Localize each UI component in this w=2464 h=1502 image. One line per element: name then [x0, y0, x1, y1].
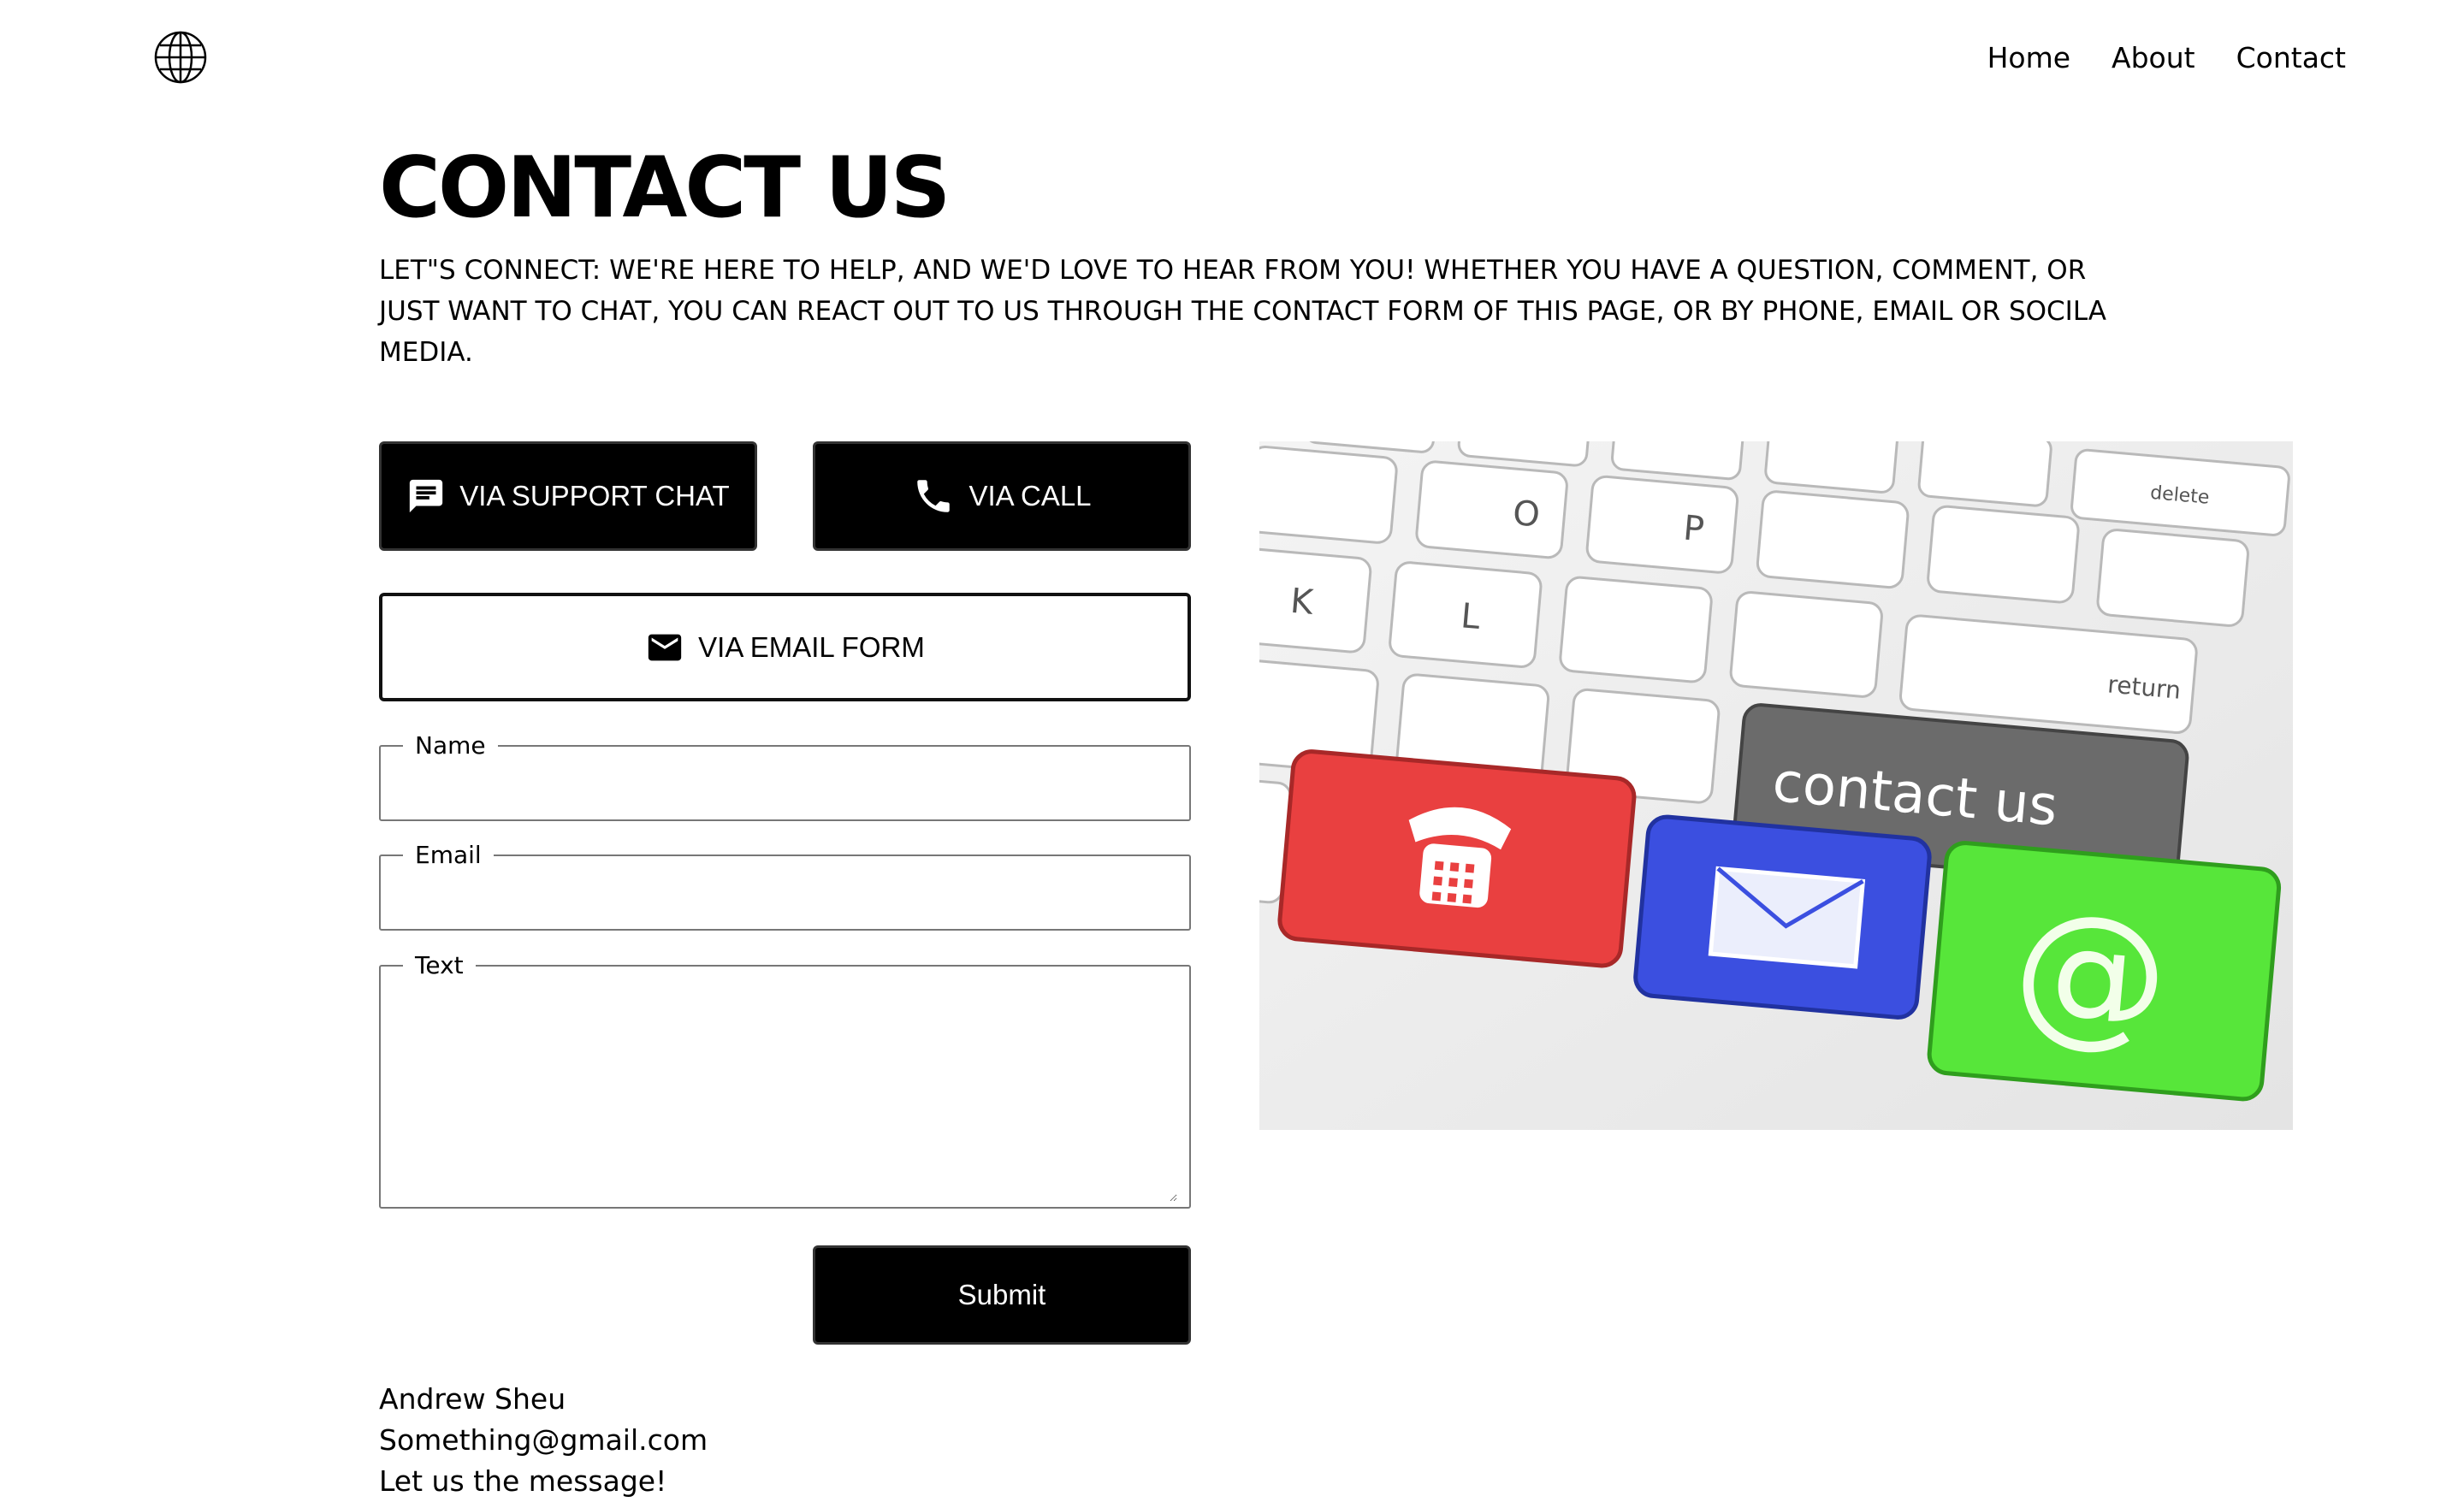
- nav-about-link[interactable]: About: [2112, 41, 2195, 74]
- keyboard-illustration: delete return O P L K contact us @: [1259, 441, 2293, 1130]
- submitted-message: Let us the message!: [379, 1464, 667, 1498]
- globe-icon[interactable]: [152, 29, 209, 86]
- text-label: Text: [415, 951, 464, 979]
- nav-home-link[interactable]: Home: [1987, 41, 2070, 74]
- text-field: Text: [379, 954, 1191, 1209]
- main-nav: Home About Contact: [1987, 41, 2346, 74]
- site-header: Home About Contact: [0, 0, 2464, 120]
- submitted-summary: Andrew Sheu Something@gmail.com Let us t…: [379, 1379, 708, 1502]
- mail-icon: [645, 628, 684, 667]
- support-chat-label: VIA SUPPORT CHAT: [459, 480, 730, 512]
- name-input[interactable]: [393, 758, 1177, 818]
- message-textarea[interactable]: [393, 978, 1177, 1202]
- name-field: Name: [379, 734, 1191, 821]
- email-label: Email: [415, 841, 482, 869]
- contact-keyboard-image: delete return O P L K contact us @: [1259, 441, 2293, 1130]
- svg-text:P: P: [1682, 509, 1706, 550]
- svg-text:@: @: [2006, 877, 2176, 1068]
- email-form-button[interactable]: VIA EMAIL FORM: [379, 593, 1191, 701]
- call-button[interactable]: VIA CALL: [813, 441, 1191, 551]
- email-field: Email: [379, 843, 1191, 931]
- page-title: CONTACT US: [379, 139, 951, 237]
- chat-icon: [406, 476, 446, 516]
- phone-icon: [912, 475, 955, 517]
- email-form-label: VIA EMAIL FORM: [698, 630, 925, 663]
- support-chat-button[interactable]: VIA SUPPORT CHAT: [379, 441, 757, 551]
- submitted-name: Andrew Sheu: [379, 1382, 566, 1416]
- name-label: Name: [415, 731, 486, 760]
- nav-contact-link[interactable]: Contact: [2236, 41, 2346, 74]
- call-label: VIA CALL: [968, 480, 1092, 512]
- email-input[interactable]: [393, 867, 1177, 927]
- intro-text: LET"S CONNECT: WE'RE HERE TO HELP, AND W…: [379, 255, 2107, 368]
- submitted-email: Something@gmail.com: [379, 1423, 708, 1457]
- submit-button[interactable]: Submit: [813, 1245, 1191, 1345]
- svg-text:O: O: [1511, 494, 1541, 535]
